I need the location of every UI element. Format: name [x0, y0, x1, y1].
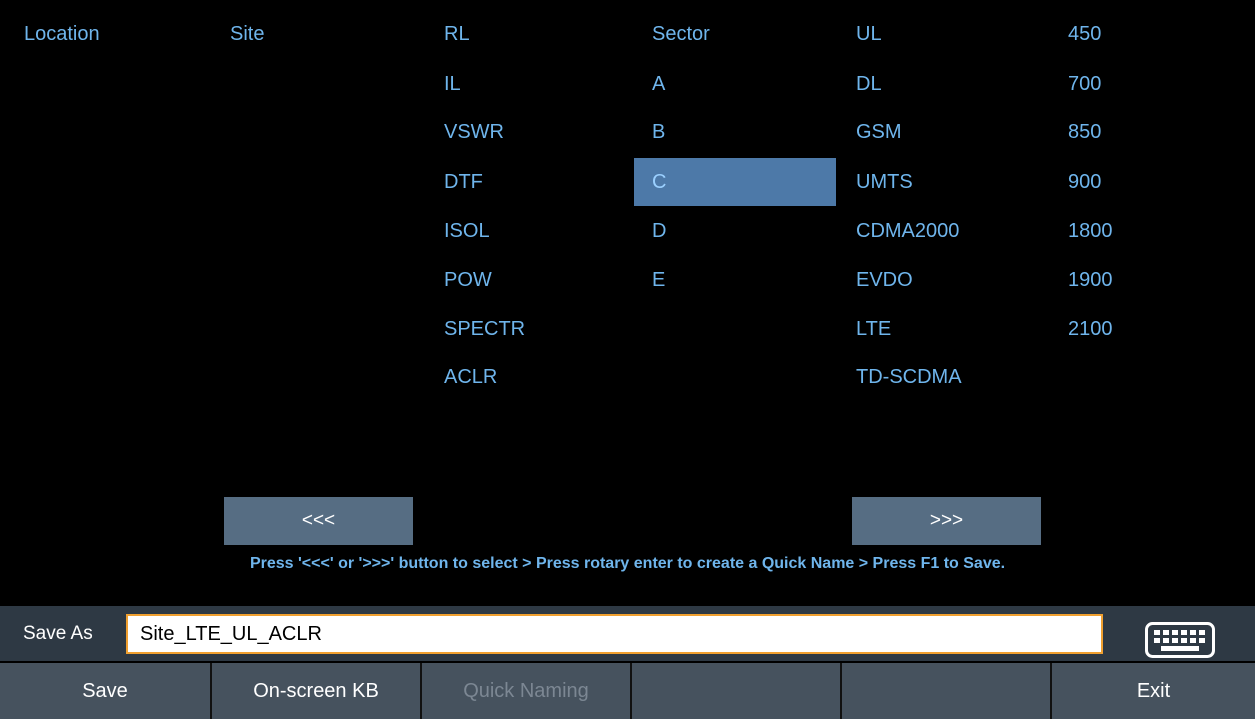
measurement-item[interactable]: IL [436, 60, 461, 108]
previous-button[interactable]: <<< [224, 497, 413, 545]
technology-item[interactable]: CDMA2000 [848, 207, 959, 255]
header-site[interactable]: Site [222, 10, 264, 58]
technology-item[interactable]: TD-SCDMA [848, 353, 962, 401]
frequency-item[interactable]: 900 [1060, 158, 1101, 206]
sector-item[interactable]: D [644, 207, 666, 255]
frequency-item[interactable]: 2100 [1060, 305, 1113, 353]
measurement-item[interactable]: SPECTR [436, 305, 525, 353]
keyboard-icon [1145, 622, 1215, 658]
technology-item[interactable]: LTE [848, 305, 891, 353]
on-screen-kb-button[interactable]: On-screen KB [212, 663, 422, 719]
frequency-item[interactable]: 1900 [1060, 256, 1113, 304]
save-as-label: Save As [23, 623, 93, 644]
measurement-item-rl[interactable]: RL [436, 10, 470, 58]
sector-item[interactable]: A [644, 60, 665, 108]
frequency-item[interactable]: 700 [1060, 60, 1101, 108]
technology-item[interactable]: DL [848, 60, 882, 108]
measurement-item[interactable]: DTF [436, 158, 483, 206]
sector-item[interactable]: B [644, 108, 665, 156]
softkey-4[interactable] [632, 663, 842, 719]
keyboard-button[interactable] [1141, 620, 1219, 660]
instruction-hint: Press '<<<' or '>>>' button to select > … [249, 555, 1006, 572]
measurement-item[interactable]: POW [436, 256, 492, 304]
measurement-item[interactable]: VSWR [436, 108, 504, 156]
quick-naming-button[interactable]: Quick Naming [422, 663, 632, 719]
softkey-bar: Save On-screen KB Quick Naming Exit [0, 663, 1255, 719]
sector-item[interactable]: E [644, 256, 665, 304]
technology-item[interactable]: EVDO [848, 256, 913, 304]
frequency-item[interactable]: 1800 [1060, 207, 1113, 255]
technology-item-ul[interactable]: UL [848, 10, 882, 58]
frequency-item[interactable]: 850 [1060, 108, 1101, 156]
exit-button[interactable]: Exit [1052, 663, 1255, 719]
filename-input[interactable] [126, 614, 1103, 654]
header-location[interactable]: Location [16, 10, 100, 58]
softkey-5[interactable] [842, 663, 1052, 719]
measurement-item[interactable]: ACLR [436, 353, 497, 401]
sector-item-selected[interactable]: C [634, 158, 836, 206]
technology-item[interactable]: UMTS [848, 158, 913, 206]
frequency-item-450[interactable]: 450 [1060, 10, 1101, 58]
save-button[interactable]: Save [0, 663, 212, 719]
technology-item[interactable]: GSM [848, 108, 902, 156]
measurement-item[interactable]: ISOL [436, 207, 490, 255]
header-sector[interactable]: Sector [644, 10, 710, 58]
next-button[interactable]: >>> [852, 497, 1041, 545]
